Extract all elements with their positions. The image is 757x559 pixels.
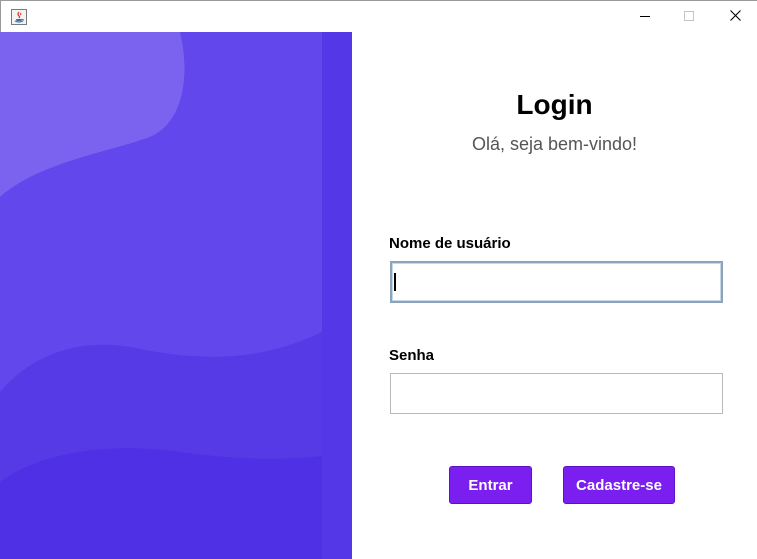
welcome-subtitle-text: Olá, seja bem-vindo! bbox=[471, 134, 638, 154]
welcome-subtitle: Olá, seja bem-vindo! bbox=[352, 133, 757, 155]
text-caret bbox=[394, 273, 396, 291]
window-titlebar bbox=[0, 0, 757, 32]
signup-button[interactable]: Cadastre-se bbox=[563, 466, 675, 504]
login-form-panel: Login Olá, seja bem-vindo! Nome de usuár… bbox=[352, 32, 757, 559]
decorative-side-panel bbox=[0, 32, 352, 559]
close-button[interactable] bbox=[712, 1, 757, 33]
minimize-button[interactable] bbox=[622, 1, 668, 33]
maximize-button[interactable] bbox=[666, 1, 712, 33]
username-input[interactable] bbox=[390, 261, 723, 303]
username-label: Nome de usuário bbox=[389, 235, 511, 252]
page-title: Login bbox=[516, 89, 593, 120]
password-label: Senha bbox=[389, 347, 435, 364]
login-button[interactable]: Entrar bbox=[449, 466, 532, 504]
password-input[interactable] bbox=[390, 373, 723, 414]
close-icon bbox=[729, 8, 741, 26]
java-app-icon bbox=[11, 9, 27, 25]
maximize-icon bbox=[684, 8, 694, 26]
minimize-icon bbox=[640, 8, 650, 26]
wave-background bbox=[0, 32, 352, 559]
